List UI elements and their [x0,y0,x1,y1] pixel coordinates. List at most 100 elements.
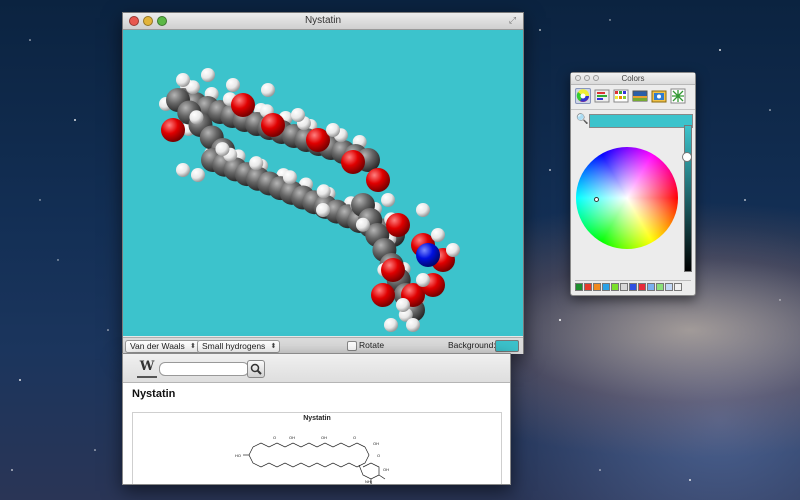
molecule-3d-model[interactable] [123,30,523,336]
image-palettes-icon [632,90,648,102]
close-button[interactable] [129,16,139,26]
hydrogen-atom [316,203,330,217]
hydrogen-atom [316,184,331,199]
color-swatch[interactable] [665,283,673,291]
hydrogen-atom [406,318,420,332]
infobox-caption: Nystatin [303,415,331,422]
hydrogens-popup[interactable]: Small hydrogens ⬍ [197,340,281,353]
current-color-well[interactable] [589,114,693,128]
oxygen-atom [381,258,405,282]
hydrogen-atom [291,108,305,122]
info-toolbar: W [123,354,510,383]
color-swatch[interactable] [584,283,592,291]
hydrogen-atom [226,78,240,92]
oxygen-atom [161,118,185,142]
hydrogen-atom [355,217,370,232]
oxygen-atom [386,213,410,237]
color-swatch[interactable] [575,283,583,291]
color-picker-tabs [571,85,695,110]
current-color-row: 🔍 [571,110,695,132]
background-color-well[interactable] [495,340,519,352]
color-swatch[interactable] [620,283,628,291]
hydrogen-atom [416,273,430,287]
svg-text:HO: HO [235,453,241,458]
color-swatch[interactable] [602,283,610,291]
color-sliders-tab[interactable] [594,88,610,104]
hydrogen-atom [176,163,190,177]
popup-arrows-icon: ⬍ [189,343,196,350]
hydrogen-atom [201,68,215,82]
page-title: Nystatin [132,388,176,400]
svg-text:OH: OH [373,441,379,446]
render-style-popup[interactable]: Van der Waals ⬍ [125,340,200,353]
oxygen-atom [231,93,255,117]
pencils-icon [670,88,686,104]
window-title: Nystatin [304,15,342,26]
color-swatch[interactable] [674,283,682,291]
colors-minimize-button[interactable] [584,75,590,81]
crayons-tab[interactable] [651,88,667,104]
wikipedia-logo-icon[interactable]: W [137,360,157,378]
rotate-checkbox[interactable] [347,341,357,351]
hydrogen-atom [396,298,410,312]
colors-zoom-button[interactable] [593,75,599,81]
color-palettes-tab[interactable] [613,88,629,104]
search-button[interactable] [247,360,265,378]
fullscreen-icon[interactable]: ⤢ [508,16,517,25]
color-swatch-tray [575,280,691,293]
color-wheel-tab[interactable] [575,88,591,104]
hydrogen-atom [282,170,297,185]
color-wheel[interactable] [576,147,678,249]
oxygen-atom [371,283,395,307]
svg-text:O: O [377,453,380,458]
info-window: W Nystatin Nystatin O OH OH O OH O HO OH NH [122,353,511,485]
colors-titlebar[interactable]: Colors [571,73,695,85]
chemical-infobox: Nystatin O OH OH O OH O HO OH NH₂ [132,412,502,484]
crayons-icon [651,90,667,103]
color-swatch[interactable] [629,283,637,291]
hydrogen-atom [191,168,205,182]
oxygen-atom [366,168,390,192]
hydrogen-atom [261,83,275,97]
magnifier-icon[interactable]: 🔍 [576,114,588,125]
color-swatch[interactable] [647,283,655,291]
colors-panel: Colors 🔍 [570,72,696,296]
svg-text:OH: OH [289,435,295,440]
hydrogen-atom [431,228,445,242]
molecule-viewport[interactable] [123,30,523,336]
hydrogen-atom [416,203,430,217]
color-sliders-icon [594,89,610,103]
svg-text:O: O [353,435,356,440]
zoom-button[interactable] [157,16,167,26]
view-controls-bar: Van der Waals ⬍ Small hydrogens ⬍ Rotate B… [123,337,523,354]
pencils-tab[interactable] [670,88,686,104]
hydrogen-atom [381,193,395,207]
structural-formula-image: O OH OH O OHOHO OHNH₂ [235,435,389,484]
color-wheel-cursor[interactable] [594,197,599,202]
color-swatch[interactable] [611,283,619,291]
hydrogen-atom [215,142,230,157]
color-wheel-icon [576,89,590,102]
window-titlebar[interactable]: Nystatin ⤢ [123,13,523,30]
hydrogen-atom [384,318,398,332]
color-swatch[interactable] [656,283,664,291]
oxygen-atom [341,150,365,174]
brightness-slider[interactable] [684,125,692,272]
color-palettes-icon [613,89,629,103]
hydrogen-atom [446,243,460,257]
search-input[interactable] [159,362,249,376]
svg-text:OH: OH [383,467,389,472]
brightness-slider-knob[interactable] [682,152,692,162]
nitrogen-atom [416,243,440,267]
colors-close-button[interactable] [575,75,581,81]
image-palettes-tab[interactable] [632,88,648,104]
svg-text:O: O [273,435,276,440]
hydrogen-atom [189,110,204,125]
background-label: Background: [448,340,496,350]
hydrogen-atom [326,123,340,137]
color-swatch[interactable] [638,283,646,291]
hydrogen-atom [176,73,190,87]
color-swatch[interactable] [593,283,601,291]
svg-text:NH₂: NH₂ [365,479,373,484]
minimize-button[interactable] [143,16,153,26]
